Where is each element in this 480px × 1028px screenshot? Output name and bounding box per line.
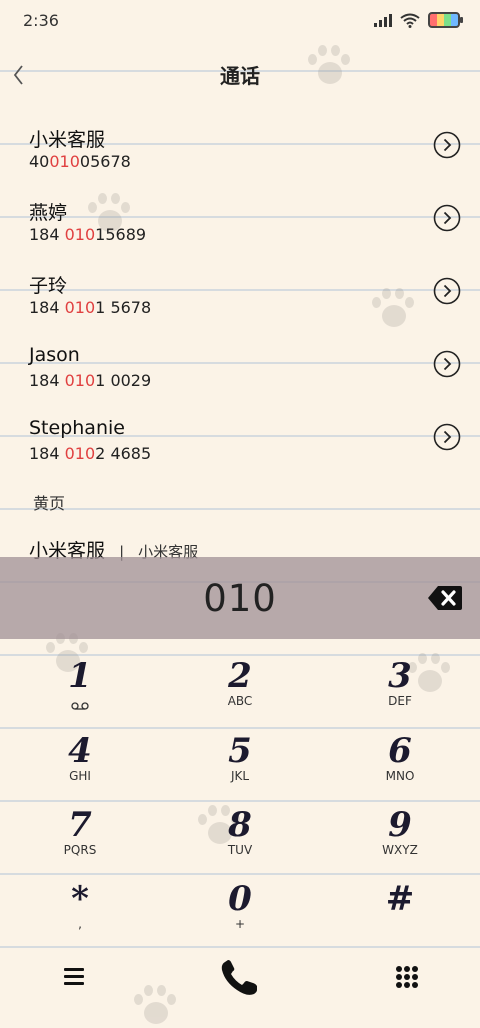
dial-key-6[interactable]: 6 MNO	[320, 720, 480, 794]
backspace-icon[interactable]	[427, 583, 463, 613]
key-letters: ABC	[227, 694, 253, 708]
key-letters: ,	[78, 917, 82, 931]
bottom-nav	[0, 948, 480, 1008]
key-digit: 2	[228, 656, 252, 696]
key-letters: WXYZ	[382, 843, 418, 857]
key-letters: TUV	[227, 843, 253, 857]
header: 通话	[0, 50, 480, 100]
number-prefix: 40	[29, 152, 50, 171]
number-suffix: 1 0029	[95, 371, 152, 390]
contact-name: Jason	[29, 344, 80, 366]
contact-number: 184 0101 0029	[29, 371, 151, 390]
status-time: 2:36	[23, 11, 59, 30]
dial-key-0[interactable]: 0 +	[160, 868, 320, 942]
key-digit: 8	[228, 805, 252, 845]
circle-arrow-right-icon[interactable]	[433, 131, 461, 159]
number-suffix: 05678	[79, 152, 131, 171]
key-digit: 5	[228, 731, 252, 771]
dial-display: 010	[0, 557, 480, 639]
circle-arrow-right-icon[interactable]	[433, 277, 461, 305]
key-digit: #	[385, 879, 415, 919]
contact-row[interactable]: 子玲 184 0101 5678	[0, 252, 480, 325]
circle-arrow-right-icon[interactable]	[433, 350, 461, 378]
number-match: 010	[64, 225, 96, 244]
number-prefix: 184	[29, 225, 65, 244]
number-match: 010	[64, 444, 96, 463]
dial-key-8[interactable]: 8 TUV	[160, 794, 320, 868]
number-prefix: 184	[29, 444, 65, 463]
signal-icon	[374, 13, 392, 27]
contact-row[interactable]: Jason 184 0101 0029	[0, 325, 480, 398]
key-digit: 1	[68, 656, 92, 696]
dial-key-5[interactable]: 5 JKL	[160, 720, 320, 794]
circle-arrow-right-icon[interactable]	[433, 204, 461, 232]
contact-name: 子玲	[29, 275, 68, 297]
number-prefix: 184	[29, 371, 65, 390]
contact-number: 4001005678	[29, 152, 131, 171]
dial-key-7[interactable]: 7 PQRS	[0, 794, 160, 868]
status-bar: 2:36	[0, 0, 480, 44]
status-icons	[374, 12, 463, 28]
contact-row[interactable]: 燕婷 184 01015689	[0, 179, 480, 252]
dial-key-1[interactable]: 1	[0, 645, 160, 719]
phone-call-icon[interactable]	[219, 958, 261, 998]
voicemail-icon	[71, 702, 89, 710]
key-letters: +	[234, 917, 246, 931]
contact-row[interactable]: Stephanie 184 0102 4685	[0, 398, 480, 471]
number-suffix: 15689	[95, 225, 147, 244]
page-title: 通话	[220, 64, 260, 88]
contact-name: Stephanie	[29, 417, 125, 439]
key-digit: 6	[388, 731, 412, 771]
number-suffix: 1 5678	[95, 298, 152, 317]
key-letters: DEF	[388, 694, 412, 708]
key-letters: PQRS	[63, 843, 97, 857]
section-header-yellow-pages: 黄页	[33, 494, 66, 513]
circle-arrow-right-icon[interactable]	[433, 423, 461, 451]
contact-name: 小米客服	[29, 129, 106, 151]
keypad-grid-icon[interactable]	[396, 966, 418, 988]
dialed-number: 010	[203, 577, 277, 620]
dial-key-hash[interactable]: #	[320, 868, 480, 942]
battery-icon	[428, 12, 463, 28]
contact-name: 燕婷	[29, 202, 68, 224]
dial-key-3[interactable]: 3 DEF	[320, 645, 480, 719]
key-digit: 9	[388, 805, 412, 845]
key-digit: 4	[68, 731, 92, 771]
menu-icon[interactable]	[64, 968, 84, 986]
contact-row[interactable]: 小米客服 4001005678	[0, 106, 480, 179]
number-prefix: 184	[29, 298, 65, 317]
dial-key-star[interactable]: * ,	[0, 868, 160, 942]
contact-number: 184 0101 5678	[29, 298, 151, 317]
dial-key-9[interactable]: 9 WXYZ	[320, 794, 480, 868]
key-letters: GHI	[69, 769, 91, 783]
key-digit: 0	[228, 879, 252, 919]
dial-key-4[interactable]: 4 GHI	[0, 720, 160, 794]
key-digit: *	[71, 879, 89, 919]
number-match: 010	[49, 152, 80, 171]
key-letters: MNO	[385, 769, 415, 783]
contact-number: 184 01015689	[29, 225, 146, 244]
number-suffix: 2 4685	[95, 444, 152, 463]
wifi-icon	[400, 13, 420, 28]
number-match: 010	[64, 371, 96, 390]
number-match: 010	[64, 298, 96, 317]
dial-key-2[interactable]: 2 ABC	[160, 645, 320, 719]
contact-number: 184 0102 4685	[29, 444, 151, 463]
key-digit: 7	[68, 805, 92, 845]
key-letters: JKL	[230, 769, 250, 783]
key-digit: 3	[388, 656, 412, 696]
